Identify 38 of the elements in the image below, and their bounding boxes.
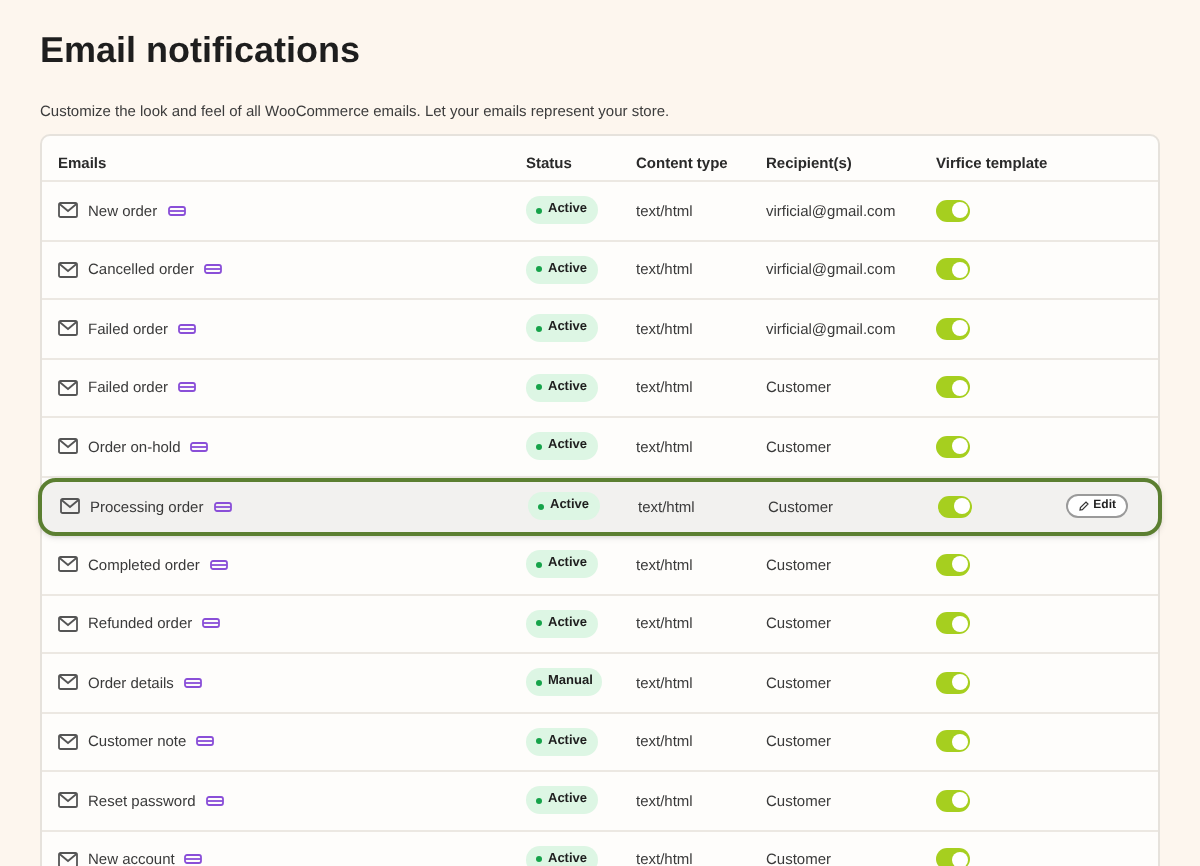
- toggle-switch[interactable]: [936, 258, 970, 281]
- page-title: Email notifications: [40, 28, 361, 72]
- mail-icon: [58, 615, 78, 632]
- mail-icon: [58, 261, 78, 278]
- toggle-switch[interactable]: [936, 199, 970, 222]
- mail-icon: [58, 438, 78, 455]
- toggle-switch[interactable]: [936, 789, 970, 812]
- mail-icon: [58, 556, 78, 573]
- mail-icon: [58, 792, 78, 809]
- template-icon: [209, 559, 228, 570]
- mail-icon: [60, 498, 80, 515]
- template-icon: [203, 264, 222, 275]
- mail-icon: [58, 320, 78, 337]
- template-icon: [213, 501, 232, 512]
- toggle-switch[interactable]: [936, 317, 970, 340]
- toggle-switch[interactable]: [938, 495, 972, 518]
- toggle-switch[interactable]: [936, 435, 970, 458]
- template-icon: [190, 441, 209, 452]
- mail-icon: [58, 733, 78, 750]
- toggle-switch[interactable]: [936, 612, 970, 635]
- pencil-icon: [1077, 500, 1090, 513]
- toggle-switch[interactable]: [936, 376, 970, 399]
- mail-icon: [58, 379, 78, 396]
- template-icon: [202, 618, 221, 629]
- mail-icon: [58, 674, 78, 691]
- template-icon: [184, 854, 203, 865]
- toggle-switch[interactable]: [936, 671, 970, 694]
- template-icon: [196, 736, 215, 747]
- toggle-switch[interactable]: [936, 553, 970, 576]
- template-icon: [167, 205, 186, 216]
- template-icon: [178, 382, 197, 393]
- mail-icon: [58, 202, 78, 219]
- template-icon: [178, 323, 197, 334]
- mail-icon: [58, 851, 78, 866]
- template-icon: [205, 795, 224, 806]
- toggle-switch[interactable]: [936, 848, 970, 866]
- template-icon: [183, 677, 202, 688]
- toggle-switch[interactable]: [936, 730, 970, 753]
